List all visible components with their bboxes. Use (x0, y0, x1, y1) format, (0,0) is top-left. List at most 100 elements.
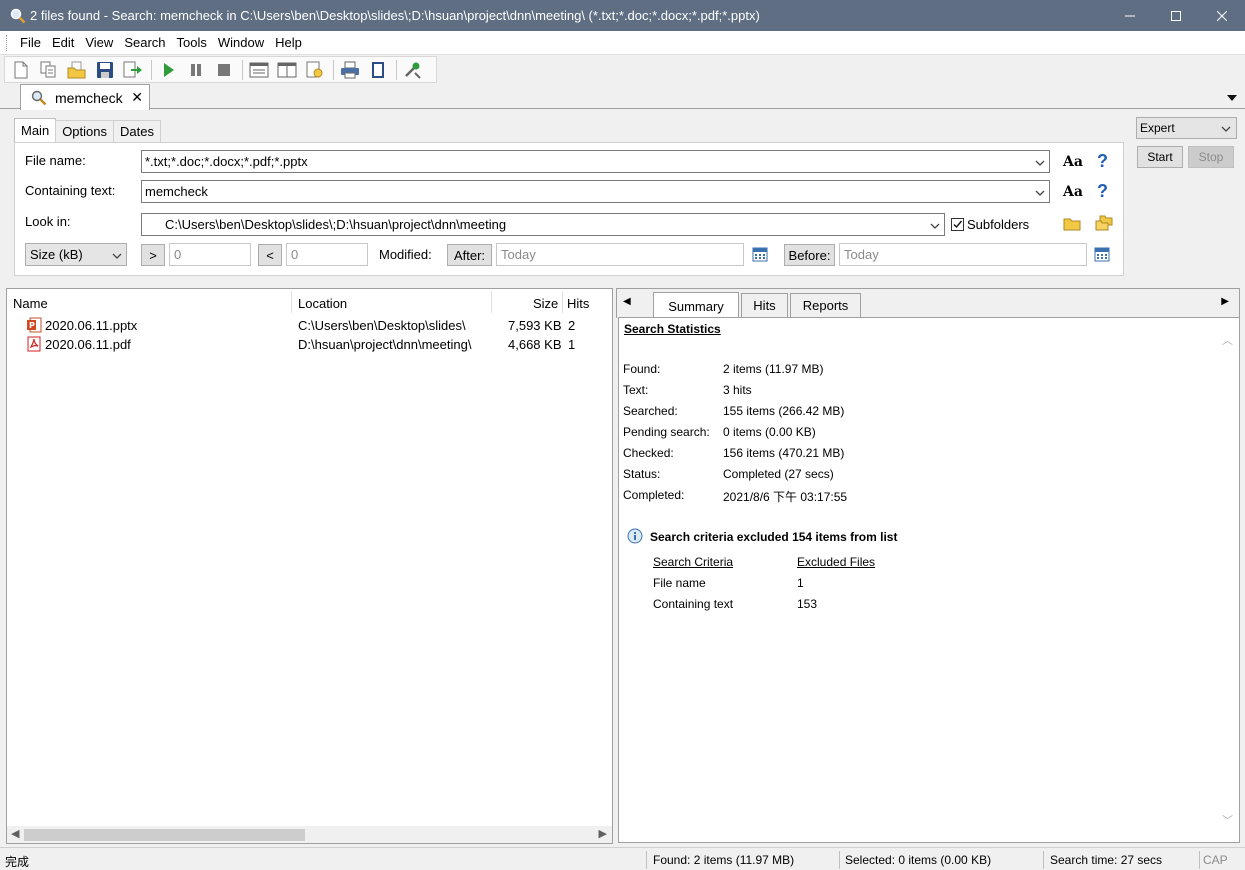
tools-icon[interactable] (401, 59, 425, 81)
mode-select[interactable]: Expert (1136, 117, 1237, 139)
less-than-button[interactable]: < (258, 244, 282, 266)
view-list-icon[interactable] (247, 59, 271, 81)
tab-memcheck[interactable]: memcheck ✕ (20, 84, 150, 110)
table-row[interactable]: P 2020.06.11.pptx C:\Users\ben\Desktop\s… (7, 316, 607, 335)
view-split-icon[interactable] (275, 59, 299, 81)
after-button[interactable]: After: (447, 244, 492, 266)
close-button[interactable] (1199, 0, 1245, 31)
column-header-location[interactable]: Location (298, 296, 347, 311)
horizontal-scrollbar[interactable]: ◀ ▶ (7, 826, 612, 843)
size-min-input[interactable]: 0 (169, 243, 251, 266)
scroll-right-icon[interactable]: ▶ (599, 827, 607, 840)
copy-search-icon[interactable] (37, 59, 61, 81)
stop-button[interactable]: Stop (1188, 146, 1234, 168)
scroll-up-icon[interactable]: ︿ (1222, 332, 1233, 348)
maximize-button[interactable] (1153, 0, 1199, 31)
after-date-input[interactable]: Today (496, 243, 744, 266)
hits-cell: 2 (568, 318, 576, 333)
minimize-button[interactable] (1107, 0, 1153, 31)
stat-label: Searched: (623, 404, 678, 418)
new-document-icon[interactable] (9, 59, 33, 81)
containing-text-label: Containing text: (25, 183, 116, 198)
menu-window[interactable]: Window (213, 35, 270, 50)
menu-view[interactable]: View (80, 35, 119, 50)
help-icon[interactable]: ? (1097, 151, 1108, 172)
scroll-tabs-right-icon[interactable]: ▶ (1221, 296, 1229, 307)
containing-text-combo[interactable]: memcheck (141, 180, 1050, 203)
file-name-cell: 2020.06.11.pdf (45, 337, 131, 352)
stat-label: Text: (623, 383, 649, 397)
chevron-down-icon[interactable] (930, 219, 940, 234)
stat-label: Checked: (623, 446, 674, 460)
scroll-left-icon[interactable]: ◀ (11, 827, 19, 840)
menu-edit[interactable]: Edit (47, 35, 80, 50)
pptx-file-icon: P (26, 317, 42, 336)
subfolders-checkbox[interactable] (951, 218, 964, 231)
tab-hits[interactable]: Hits (741, 293, 788, 318)
save-icon[interactable] (93, 59, 117, 81)
view-preview-icon[interactable] (303, 59, 327, 81)
file-name-combo[interactable]: *.txt;*.doc;*.docx;*.pdf;*.pptx (141, 150, 1050, 173)
location-cell: C:\Users\ben\Desktop\slides\ (298, 318, 466, 333)
book-icon[interactable] (366, 59, 390, 81)
stat-value: 0 items (0.00 KB) (723, 425, 816, 439)
open-folder-icon[interactable] (65, 59, 89, 81)
column-divider[interactable] (491, 291, 492, 313)
help-icon[interactable]: ? (1097, 181, 1108, 202)
tab-reports[interactable]: Reports (790, 293, 861, 318)
title-bar: 2 files found - Search: memcheck in C:\U… (0, 0, 1245, 31)
status-search-time: Search time: 27 secs (1050, 853, 1163, 867)
start-button[interactable]: Start (1137, 146, 1183, 168)
column-header-name[interactable]: Name (13, 296, 48, 311)
multi-folder-icon[interactable] (1095, 215, 1113, 234)
scroll-tabs-left-icon[interactable]: ◀ (623, 296, 631, 307)
tab-dates[interactable]: Dates (113, 120, 161, 142)
play-icon[interactable] (156, 59, 180, 81)
browse-folder-icon[interactable] (1063, 215, 1081, 234)
chevron-down-icon (112, 249, 122, 264)
print-icon[interactable] (338, 59, 362, 81)
toolbar-separator (242, 59, 243, 80)
tab-list-dropdown-icon[interactable] (1227, 90, 1237, 105)
stat-label: Status: (623, 467, 661, 481)
close-tab-icon[interactable]: ✕ (131, 89, 143, 106)
column-header-size[interactable]: Size (533, 296, 558, 311)
tab-main[interactable]: Main (14, 118, 57, 142)
tab-summary[interactable]: Summary (653, 292, 739, 319)
before-button[interactable]: Before: (784, 244, 835, 266)
stop-icon[interactable] (212, 59, 236, 81)
scroll-down-icon[interactable]: ﹀ (1222, 812, 1233, 828)
chevron-down-icon[interactable] (1035, 156, 1045, 171)
excluded-heading: Search criteria excluded 154 items from … (650, 530, 898, 544)
subfolders-label: Subfolders (967, 217, 1030, 232)
calendar-icon[interactable] (1094, 246, 1110, 265)
size-unit-select[interactable]: Size (kB) (25, 243, 127, 266)
calendar-icon[interactable] (752, 246, 768, 265)
chevron-down-icon[interactable] (1035, 186, 1045, 201)
export-icon[interactable] (121, 59, 145, 81)
stat-label: Found: (623, 362, 661, 376)
column-divider[interactable] (562, 291, 563, 313)
menu-tools[interactable]: Tools (172, 35, 213, 50)
svg-text:P: P (29, 321, 35, 330)
menu-help[interactable]: Help (270, 35, 308, 50)
before-date-input[interactable]: Today (839, 243, 1087, 266)
scrollbar-thumb[interactable] (24, 829, 305, 841)
excluded-files-cell: 1 (797, 576, 804, 590)
match-case-icon[interactable]: Aa (1063, 184, 1083, 200)
look-in-combo[interactable]: C:\Users\ben\Desktop\slides\;D:\hsuan\pr… (141, 213, 945, 236)
menu-search[interactable]: Search (119, 35, 171, 50)
greater-than-button[interactable]: > (141, 244, 165, 266)
summary-pane: Search Statistics Found: 2 items (11.97 … (618, 317, 1240, 843)
column-divider[interactable] (291, 291, 292, 313)
match-case-icon[interactable]: Aa (1063, 154, 1083, 170)
stat-label: Pending search: (623, 425, 710, 439)
tab-options[interactable]: Options (55, 120, 114, 142)
pause-icon[interactable] (184, 59, 208, 81)
column-header-hits[interactable]: Hits (567, 296, 589, 311)
info-icon (627, 528, 643, 547)
status-text: 完成 (5, 855, 30, 869)
menu-file[interactable]: File (15, 35, 47, 50)
size-max-input[interactable]: 0 (286, 243, 368, 266)
table-row[interactable]: 2020.06.11.pdf D:\hsuan\project\dnn\meet… (7, 335, 607, 354)
